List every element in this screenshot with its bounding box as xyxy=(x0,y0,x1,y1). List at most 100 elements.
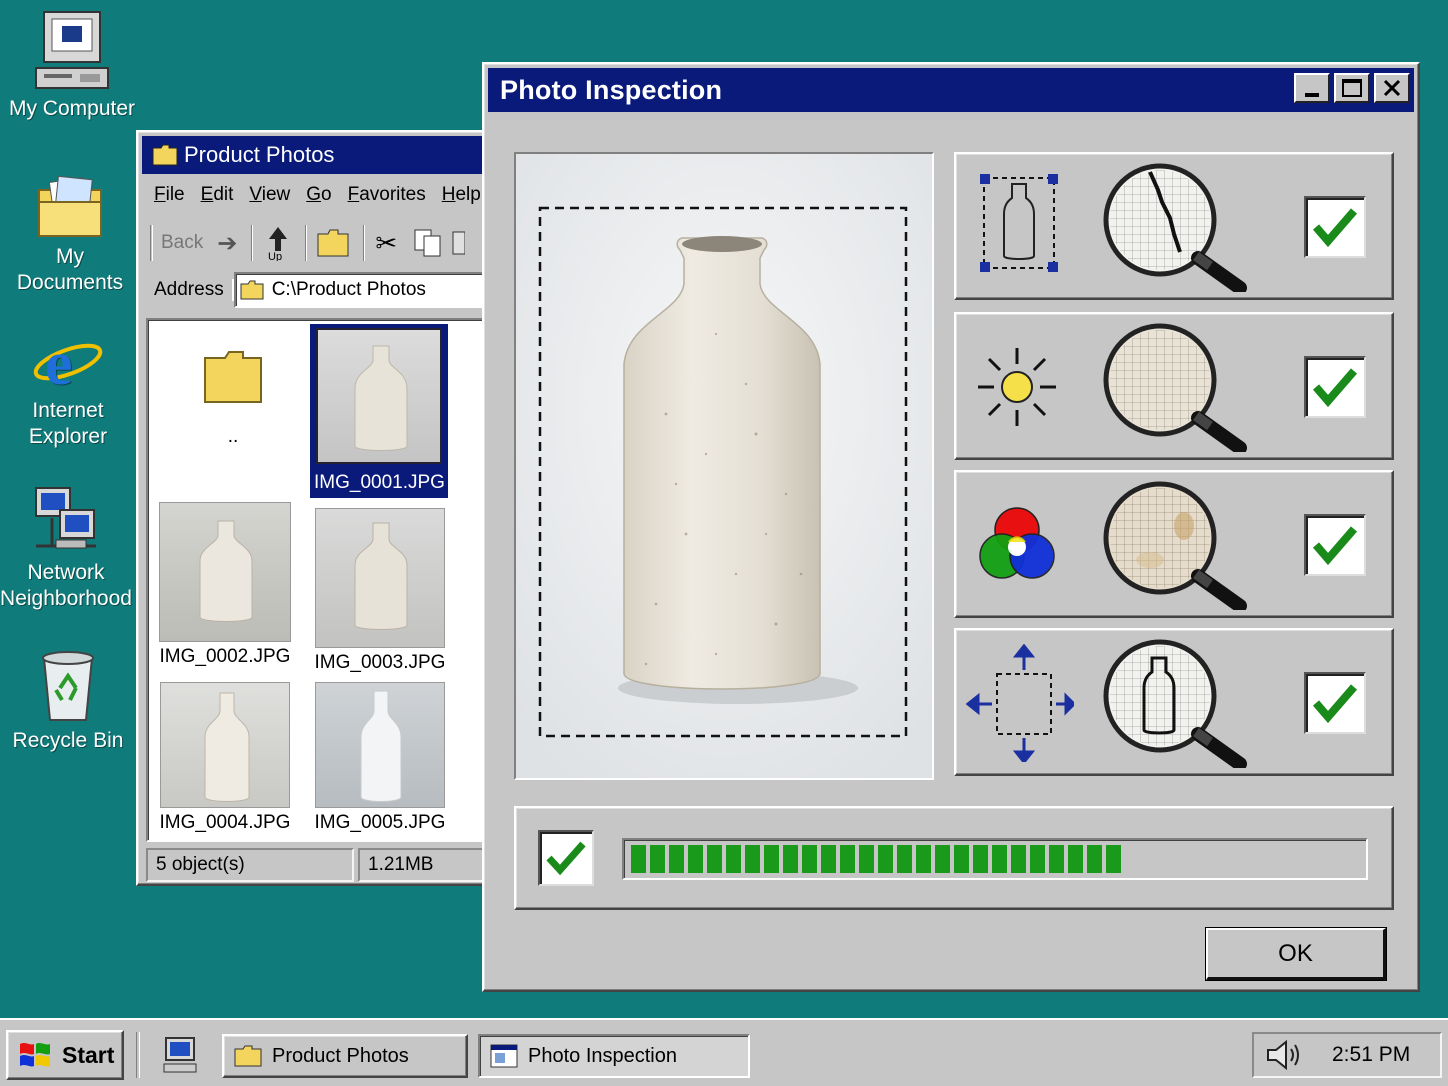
desktop-icon-label: Recycle Bin xyxy=(12,729,124,752)
progress-segment xyxy=(783,845,798,873)
desktop-icon-my-computer[interactable]: My Computer xyxy=(2,10,142,122)
thumbnail-image xyxy=(315,508,445,648)
vase-icon xyxy=(204,692,250,802)
color-checkbox[interactable] xyxy=(1304,514,1366,576)
maximize-button[interactable] xyxy=(1334,73,1370,103)
desktop-icon-my-documents[interactable]: My Documents xyxy=(0,176,140,296)
progress-bar xyxy=(622,838,1368,880)
menu-file[interactable]: File xyxy=(146,180,193,210)
progress-segment xyxy=(802,845,817,873)
network-icon xyxy=(35,487,96,549)
file-item-img-0002[interactable]: IMG_0002.JPG xyxy=(158,502,292,668)
vase-icon xyxy=(199,520,253,622)
desktop-icon-network-neighborhood[interactable]: Network Neighborhood xyxy=(0,484,136,612)
menu-go[interactable]: Go xyxy=(298,180,339,210)
progress-segment xyxy=(821,845,836,873)
explorer-toolbar: Back ➔ Up ✂ xyxy=(146,220,494,266)
desktop-icon-label: My Computer xyxy=(8,97,136,120)
progress-segment xyxy=(859,845,874,873)
progress-segment xyxy=(1049,845,1064,873)
task-label: Photo Inspection xyxy=(528,1044,677,1067)
address-label: Address xyxy=(146,279,234,301)
check-icon xyxy=(1312,684,1358,723)
paste-icon[interactable] xyxy=(451,228,466,258)
status-size: 1.21MB xyxy=(358,848,494,882)
start-button[interactable]: Start xyxy=(6,1030,124,1080)
file-label: .. xyxy=(227,426,239,447)
vase-icon xyxy=(354,522,408,630)
desktop-icon-internet-explorer[interactable]: e Internet Explorer xyxy=(0,328,138,450)
file-item-img-0004[interactable]: IMG_0004.JPG xyxy=(158,682,292,834)
check-icon xyxy=(1312,368,1358,407)
menu-favorites[interactable]: Favorites xyxy=(340,180,434,210)
progress-segment xyxy=(1068,845,1083,873)
dialog-titlebar[interactable]: Photo Inspection xyxy=(488,68,1414,112)
task-product-photos[interactable]: Product Photos xyxy=(222,1034,468,1078)
desktop-icon-recycle-bin[interactable]: Recycle Bin xyxy=(0,648,138,754)
maximize-icon xyxy=(1342,79,1362,97)
cut-icon[interactable]: ✂ xyxy=(375,228,397,259)
progress-segment xyxy=(916,845,931,873)
file-list: .. IMG_0001.JPG IMG_0002.JPG IMG_0003.JP… xyxy=(146,318,494,842)
file-item-img-0005[interactable]: IMG_0005.JPG xyxy=(314,682,446,834)
address-input[interactable]: C:\Product Photos xyxy=(233,272,494,308)
crack-magnifier-icon xyxy=(1103,163,1247,292)
folder-icon xyxy=(240,280,264,300)
thumbnail-image xyxy=(159,502,291,642)
explorer-window[interactable]: Product Photos File Edit View Go Favorit… xyxy=(136,130,496,886)
address-bar: Address C:\Product Photos xyxy=(146,270,494,310)
menu-view[interactable]: View xyxy=(241,180,298,210)
close-button[interactable] xyxy=(1374,73,1410,103)
check-row-exposure xyxy=(954,312,1394,460)
file-item-img-0001[interactable]: IMG_0001.JPG xyxy=(310,324,448,498)
forward-arrow-icon[interactable]: ➔ xyxy=(217,229,237,258)
alignment-checkbox[interactable] xyxy=(1304,672,1366,734)
check-icon xyxy=(546,841,586,876)
minimize-icon xyxy=(1305,93,1319,97)
back-button[interactable]: Back xyxy=(161,232,203,254)
copy-icon[interactable] xyxy=(413,228,443,258)
exposure-checkbox[interactable] xyxy=(1304,356,1366,418)
progress-segment xyxy=(973,845,988,873)
explorer-titlebar[interactable]: Product Photos xyxy=(142,136,490,174)
desktop-icon-label: My Documents xyxy=(16,245,124,294)
file-item-img-0003[interactable]: IMG_0003.JPG xyxy=(314,508,446,674)
rgb-color-icon xyxy=(979,507,1055,579)
up-folder-icon[interactable]: Up xyxy=(263,225,293,261)
recycle-bin-icon xyxy=(42,651,94,721)
menu-help[interactable]: Help xyxy=(434,180,489,210)
desktop-icon-label: Network xyxy=(27,561,105,584)
menu-edit[interactable]: Edit xyxy=(193,180,242,210)
color-magnifier-icon xyxy=(1103,481,1247,610)
clock: 2:51 PM xyxy=(1332,1043,1411,1066)
task-photo-inspection[interactable]: Photo Inspection xyxy=(478,1034,750,1078)
ok-button[interactable]: OK xyxy=(1205,927,1387,981)
framing-checkbox[interactable] xyxy=(1304,196,1366,258)
complete-checkbox[interactable] xyxy=(538,830,594,886)
file-label: IMG_0002.JPG xyxy=(159,646,291,667)
window-title: Product Photos xyxy=(184,142,335,167)
vase-icon xyxy=(354,345,408,451)
progress-panel xyxy=(514,806,1394,910)
progress-segment xyxy=(954,845,969,873)
folder-icon xyxy=(234,1045,262,1067)
check-row-color xyxy=(954,470,1394,618)
progress-segment xyxy=(726,845,741,873)
address-value: C:\Product Photos xyxy=(271,279,426,300)
desktop-icon-label: Explorer xyxy=(28,425,108,448)
desktop-icon-label: Internet xyxy=(32,399,104,422)
progress-segment xyxy=(1011,845,1026,873)
show-desktop-icon[interactable] xyxy=(160,1034,200,1074)
progress-segment xyxy=(1106,845,1121,873)
status-object-count: 5 object(s) xyxy=(146,848,354,882)
photo-inspection-dialog[interactable]: Photo Inspection OK xyxy=(482,62,1420,992)
progress-segment xyxy=(840,845,855,873)
speaker-icon[interactable] xyxy=(1264,1038,1304,1072)
file-item-parent[interactable]: .. xyxy=(188,350,278,448)
progress-segment xyxy=(1030,845,1045,873)
map-folder-icon[interactable] xyxy=(317,229,349,257)
progress-segment xyxy=(992,845,1007,873)
minimize-button[interactable] xyxy=(1294,73,1330,103)
check-row-framing xyxy=(954,152,1394,300)
alignment-icon xyxy=(965,644,1074,762)
